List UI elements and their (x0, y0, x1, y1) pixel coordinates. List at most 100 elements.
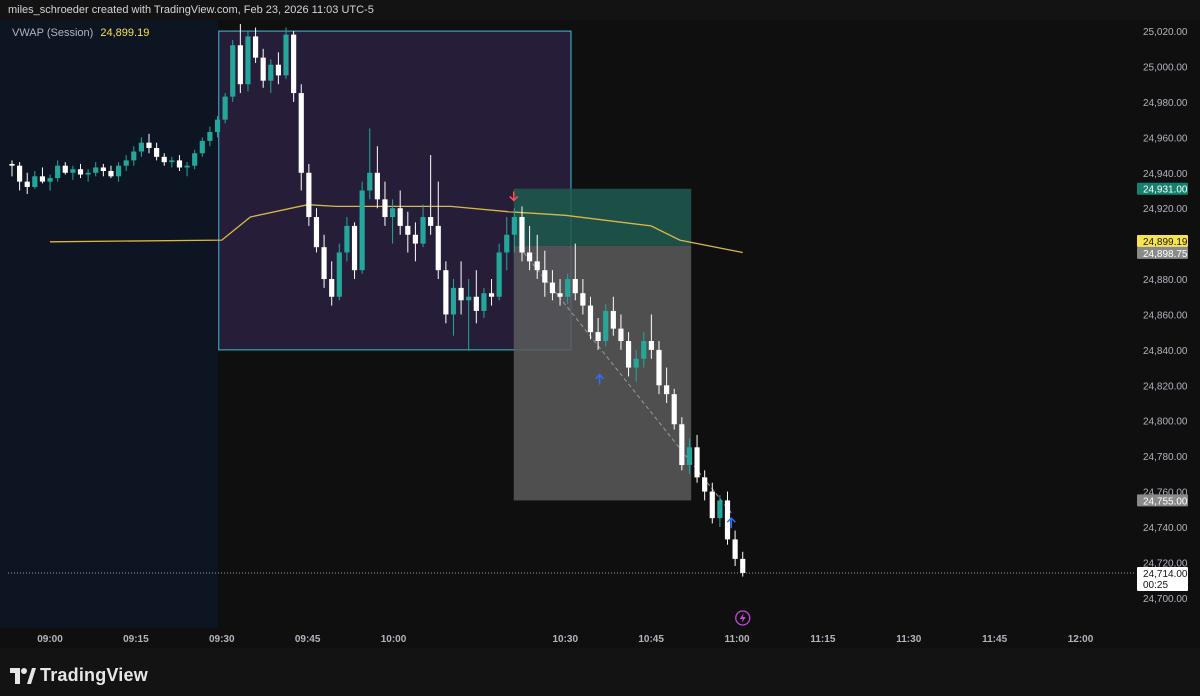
candle-body (374, 172, 380, 200)
candle-body (275, 64, 281, 76)
candle (717, 495, 723, 527)
candle-body (717, 500, 723, 519)
time-tick-label: 09:30 (209, 634, 235, 645)
candle-body (230, 45, 236, 97)
time-tick-label: 09:45 (295, 634, 321, 645)
candle-body (169, 160, 175, 163)
vwap-legend-name: VWAP (Session) (12, 27, 94, 39)
time-tick-label: 11:15 (810, 634, 835, 645)
candle-body (580, 293, 586, 306)
candle-body (344, 225, 350, 253)
candle-body (549, 282, 556, 294)
vwap-legend[interactable]: VWAP (Session) 24,899.19 (12, 27, 149, 39)
price-tick-label: 24,700.00 (1143, 594, 1188, 605)
candle-body (55, 165, 61, 179)
candle-body (702, 477, 708, 492)
candle-body (214, 119, 221, 133)
candle-body (527, 252, 533, 262)
tradingview-logo-text: TradingView (40, 665, 148, 685)
candle-body (321, 247, 327, 280)
candle (245, 31, 251, 92)
candle-body (481, 293, 487, 311)
candle-body (428, 217, 434, 226)
candle-body (108, 171, 114, 177)
stop-zone (513, 245, 692, 501)
tradingview-logo[interactable]: TradingView (10, 665, 148, 686)
time-tick-label: 09:00 (37, 634, 63, 645)
candle (306, 163, 312, 226)
premarket-shading (0, 20, 218, 628)
candle-body (199, 140, 205, 154)
candle-body (93, 167, 99, 173)
price-chart[interactable]: 25,020.00 25,000.00 24,980.00 24,960.00 24,9… (0, 0, 1200, 648)
candle-body (496, 252, 502, 297)
candle-body (47, 178, 53, 182)
candle-body (504, 234, 510, 253)
candle-body (9, 163, 15, 166)
price-tick-label: 24,740.00 (1143, 523, 1188, 534)
candle-body (694, 447, 700, 478)
candle (222, 93, 228, 124)
candle (709, 482, 715, 524)
candle-body (70, 169, 76, 173)
candle (732, 530, 738, 566)
candle-body (473, 296, 479, 311)
candle-body (732, 539, 738, 559)
candle (724, 491, 731, 545)
candle-body (405, 225, 411, 235)
candle-body (32, 176, 38, 187)
candle (443, 261, 449, 324)
candle-body (740, 558, 746, 574)
candle-body (367, 172, 373, 191)
candle-body (534, 261, 540, 271)
candle-body (542, 270, 548, 283)
time-tick-label: 11:45 (982, 634, 1007, 645)
candle-body (633, 358, 639, 368)
candle (359, 181, 365, 274)
candle-body (115, 165, 122, 177)
candle-body (161, 156, 167, 163)
candle-body (123, 160, 129, 166)
price-tick-label: 24,780.00 (1143, 452, 1188, 463)
candle-body (511, 217, 517, 235)
price-label-entry: 24,898.75 (1137, 246, 1188, 260)
candle-body (587, 305, 594, 333)
candle-body (329, 279, 335, 297)
candle-body (207, 132, 213, 141)
candle-body (625, 341, 632, 368)
candle-body (131, 151, 137, 161)
candle-body (595, 332, 601, 342)
candle-body (17, 165, 23, 182)
candle (671, 388, 677, 430)
candle (283, 27, 289, 79)
candle-body (641, 341, 647, 359)
candle-body (39, 176, 46, 182)
candle-body (488, 293, 495, 297)
candle-body (138, 142, 144, 152)
candle-body (313, 217, 320, 248)
price-tick-label: 25,020.00 (1143, 27, 1188, 38)
price-label-text: 24,931.00 (1143, 185, 1188, 196)
candle-body (671, 394, 677, 425)
candle-body (382, 199, 388, 218)
candle-body (557, 293, 563, 297)
target-zone (513, 188, 692, 246)
candle-body (435, 225, 441, 271)
candle-body (443, 270, 449, 315)
price-tick-label: 24,860.00 (1143, 310, 1188, 321)
price-label-target: 24,931.00 (1137, 182, 1188, 196)
candle-body (184, 165, 190, 168)
candle-body (466, 296, 472, 301)
candle-body (298, 93, 304, 173)
time-tick-label: 11:30 (896, 634, 921, 645)
price-label-countdown: 00:25 (1143, 580, 1168, 591)
price-tick-label: 24,980.00 (1143, 98, 1188, 109)
price-tick-label: 24,820.00 (1143, 381, 1188, 392)
candle-body (686, 447, 693, 465)
price-tick-label: 24,920.00 (1143, 204, 1188, 215)
candle-body (291, 34, 297, 94)
tradingview-logo-icon (10, 667, 36, 684)
candle-body (252, 36, 259, 58)
price-tick-label: 24,840.00 (1143, 346, 1188, 357)
candle-body (618, 328, 624, 342)
